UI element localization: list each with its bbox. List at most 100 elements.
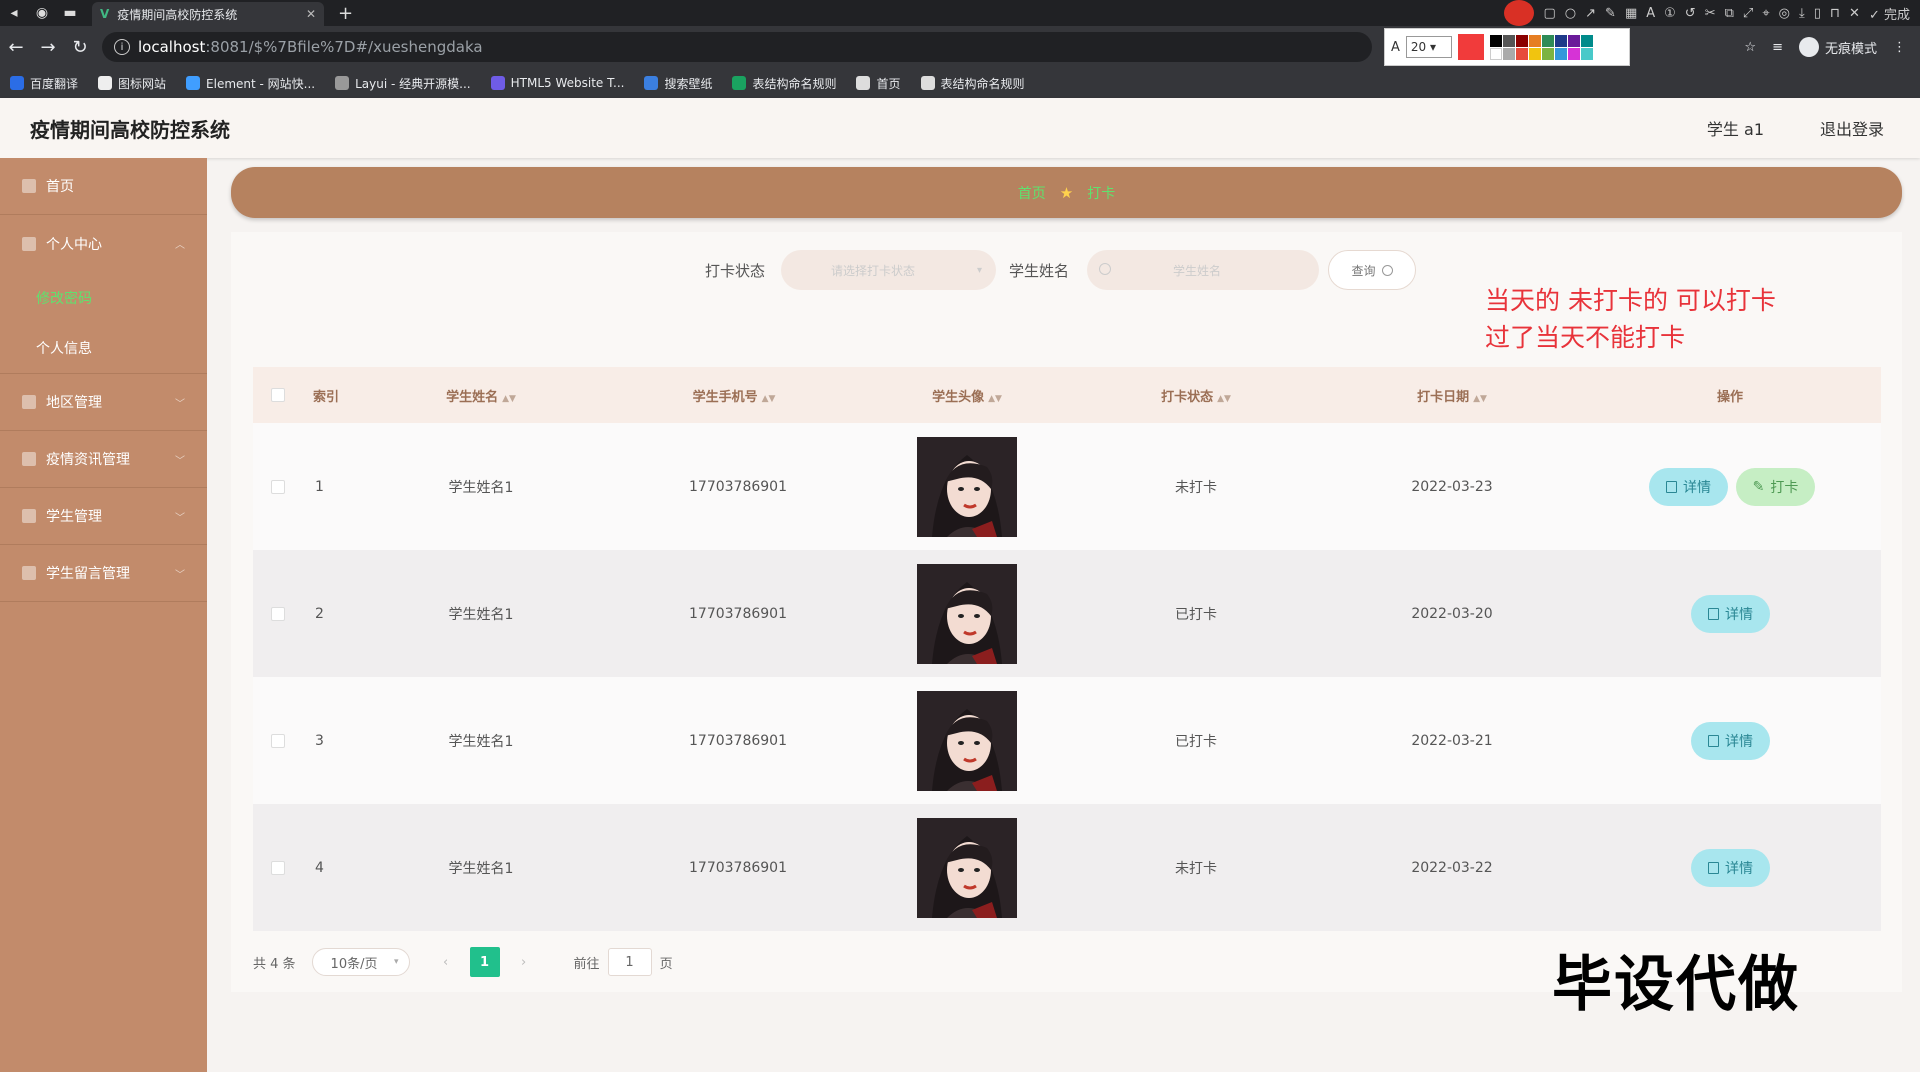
row-checkbox[interactable] <box>271 733 285 748</box>
bookmark-item[interactable]: Layui - 经典开源模... <box>335 75 471 92</box>
bookmark-item[interactable]: 表结构命名规则 <box>732 75 836 92</box>
prev-page-icon[interactable]: ‹ <box>432 948 460 976</box>
expand-icon[interactable]: ⤢ <box>1743 6 1753 21</box>
select-all-checkbox[interactable] <box>271 388 285 402</box>
sidebar-item-messages[interactable]: 学生留言管理 ﹀ <box>0 545 207 602</box>
bookmark-favicon-icon <box>732 76 747 90</box>
sort-icon: ▲▼ <box>502 393 516 404</box>
bookmark-item[interactable]: 表结构命名规则 <box>920 75 1025 92</box>
download-icon[interactable]: ⤓ <box>1799 6 1805 21</box>
main-content: 打卡状态 请选择打卡状态 ▾ 学生姓名 学生姓名 查询 当天的 未打卡的 可以打… <box>231 232 1902 992</box>
detail-button[interactable]: 详情 <box>1691 848 1770 887</box>
breadcrumb-home[interactable]: 首页 <box>1018 183 1046 203</box>
document-icon <box>1666 480 1677 493</box>
bookmark-item[interactable]: HTML5 Website T... <box>490 76 624 90</box>
star-icon[interactable]: ☆ <box>1744 40 1756 55</box>
clock-in-button[interactable]: ✎ 打卡 <box>1736 467 1815 506</box>
column-header-avatar[interactable]: 学生头像 ▲▼ <box>932 386 1002 405</box>
target-icon[interactable]: ◎ <box>1779 6 1790 21</box>
phone-icon[interactable]: ▯ <box>1814 6 1821 21</box>
font-size-select[interactable]: 20 ▾ <box>1405 36 1452 58</box>
bookmark-item[interactable]: 图标网站 <box>98 75 166 92</box>
sidebar-subitem-change-password[interactable]: 修改密码 <box>0 272 207 323</box>
record-icon[interactable] <box>1504 0 1535 26</box>
crop-icon[interactable]: ✂ <box>1705 6 1716 21</box>
logout-button[interactable]: 退出登录 <box>1820 116 1884 140</box>
row-checkbox[interactable] <box>271 479 285 494</box>
detail-button[interactable]: 详情 <box>1649 467 1728 506</box>
table-row: 3 学生姓名1 17703786901 已打卡 2022-03-21 详情 <box>253 677 1881 804</box>
column-header-date[interactable]: 打卡日期 ▲▼ <box>1417 386 1487 405</box>
bookmark-item[interactable]: 首页 <box>856 75 901 92</box>
circle-tool-icon[interactable]: ○ <box>1565 6 1576 21</box>
sidebar-subitem-personal-info[interactable]: 个人信息 <box>0 323 207 374</box>
next-page-icon[interactable]: › <box>510 948 538 976</box>
bookmark-icon[interactable]: ⊓ <box>1830 6 1840 21</box>
current-color-swatch[interactable] <box>1457 34 1484 60</box>
bookmark-item[interactable]: 百度翻译 <box>10 75 78 92</box>
bookmark-favicon-icon <box>490 76 505 90</box>
page-number-current[interactable]: 1 <box>469 947 500 977</box>
news-icon <box>22 452 36 466</box>
done-button[interactable]: ✓ 完成 <box>1869 4 1910 23</box>
pagination: 共 4 条 10条/页 ▾ ‹ 1 › 前往 1 页 <box>253 946 673 978</box>
reading-list-icon[interactable]: ≡ <box>1772 40 1783 55</box>
arrow-tool-icon[interactable]: ↗ <box>1585 6 1596 21</box>
text-tool-icon[interactable]: A <box>1646 6 1655 21</box>
forward-icon[interactable]: → <box>32 37 64 58</box>
query-button[interactable]: 查询 <box>1328 250 1416 290</box>
sidebar-item-students[interactable]: 学生管理 ﹀ <box>0 488 207 545</box>
color-grid[interactable] <box>1489 34 1593 60</box>
url-input[interactable]: i localhost:8081/$%7Bfile%7D#/xueshengda… <box>102 32 1372 62</box>
info-icon[interactable]: i <box>114 39 130 55</box>
row-student-name: 学生姓名1 <box>448 479 514 496</box>
sort-icon: ▲▼ <box>1473 393 1487 404</box>
pin-icon[interactable]: ⌖ <box>1762 6 1769 21</box>
bookmark-item[interactable]: 搜索壁纸 <box>644 75 712 92</box>
tab-close-icon[interactable]: ✕ <box>306 7 316 21</box>
browser-tab[interactable]: V 疫情期间高校防控系统 ✕ <box>92 2 324 26</box>
bookmark-item[interactable]: Element - 网站快... <box>186 75 315 92</box>
rect-tool-icon[interactable]: ▢ <box>1543 6 1555 21</box>
column-header-name[interactable]: 学生姓名 ▲▼ <box>446 386 516 405</box>
row-checkbox[interactable] <box>271 606 285 621</box>
reload-icon[interactable]: ↻ <box>64 37 96 58</box>
column-header-status[interactable]: 打卡状态 ▲▼ <box>1161 386 1231 405</box>
column-header-phone[interactable]: 学生手机号 ▲▼ <box>693 386 776 405</box>
chevron-down-icon: ▾ <box>394 957 399 967</box>
bookmark-label: 表结构命名规则 <box>752 76 837 91</box>
incognito-indicator[interactable]: 无痕模式 <box>1798 37 1877 57</box>
menu-icon[interactable]: ⋮ <box>1893 40 1906 55</box>
status-select[interactable]: 请选择打卡状态 ▾ <box>781 250 996 290</box>
sidebar-item-label: 疫情资讯管理 <box>46 452 130 468</box>
detail-label: 详情 <box>1725 733 1753 750</box>
tab-list-icon[interactable]: ▬ <box>56 0 84 26</box>
mosaic-tool-icon[interactable]: ▦ <box>1625 6 1637 21</box>
pen-tool-icon[interactable]: ✎ <box>1605 6 1616 21</box>
page-size-select[interactable]: 10条/页 ▾ <box>311 948 410 976</box>
row-checkbox[interactable] <box>271 860 285 875</box>
copy-icon[interactable]: ⧉ <box>1725 6 1734 21</box>
student-avatar <box>917 563 1017 664</box>
media-icon[interactable]: ◂ <box>0 0 28 26</box>
close-icon[interactable]: ✕ <box>1849 6 1860 21</box>
font-icon: A <box>1391 39 1400 55</box>
bookmark-favicon-icon <box>920 76 935 90</box>
chevron-down-icon: ﹀ <box>175 398 185 410</box>
sidebar-item-news[interactable]: 疫情资讯管理 ﹀ <box>0 431 207 488</box>
detail-button[interactable]: 详情 <box>1691 721 1770 760</box>
new-tab-icon[interactable]: + <box>338 3 353 24</box>
detail-button[interactable]: 详情 <box>1691 594 1770 633</box>
number-tool-icon[interactable]: ① <box>1664 6 1676 21</box>
row-index: 3 <box>315 732 324 749</box>
table-header: 索引 学生姓名 ▲▼ 学生手机号 ▲▼ 学生头像 ▲▼ 打卡状态 ▲▼ 打卡日期 ▲▼ 操… <box>253 367 1881 423</box>
sidebar-item-personal-center[interactable]: 个人中心 ︿ <box>0 215 207 272</box>
name-search-input[interactable]: 学生姓名 <box>1087 250 1319 290</box>
goto-page-input[interactable]: 1 <box>607 948 652 976</box>
bookmark-label: 百度翻译 <box>30 76 79 91</box>
sidebar-item-home[interactable]: 首页 <box>0 158 207 215</box>
user-name[interactable]: 学生 a1 <box>1707 116 1764 140</box>
undo-icon[interactable]: ↺ <box>1685 6 1696 21</box>
back-icon[interactable]: ← <box>0 37 32 58</box>
sidebar-item-region[interactable]: 地区管理 ﹀ <box>0 374 207 431</box>
